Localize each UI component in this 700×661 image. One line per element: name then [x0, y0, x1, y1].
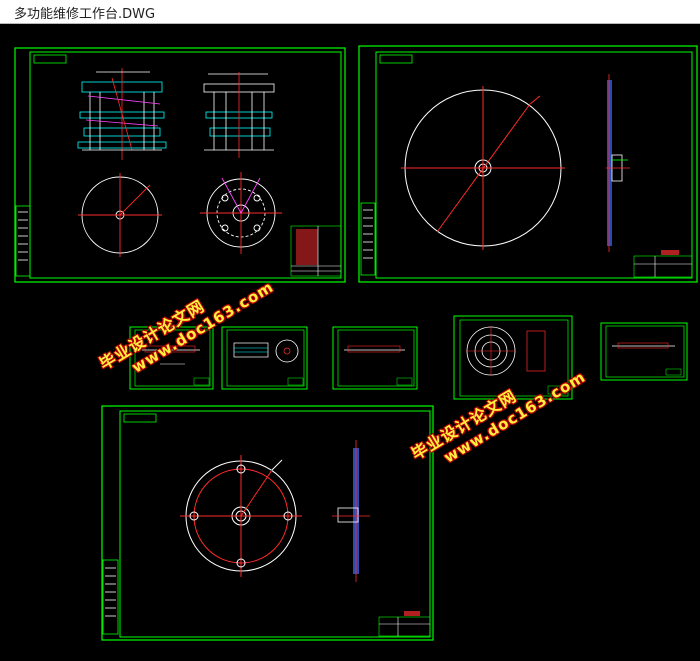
side-elevation	[203, 72, 275, 158]
plan-view-detail	[200, 172, 282, 254]
cad-drawing	[14, 45, 698, 641]
front-elevation	[77, 68, 167, 160]
window-title: 多功能维修工作台.DWG	[14, 7, 156, 22]
sheet-turntable[interactable]	[358, 45, 698, 283]
sheet-assembly[interactable]	[14, 47, 346, 283]
side-table-strip-3	[102, 559, 119, 635]
turntable-section	[606, 74, 630, 252]
parts-list	[290, 225, 342, 277]
title-block-2	[633, 250, 693, 278]
sheet-base-plate[interactable]	[101, 405, 434, 641]
base-plate-plan	[180, 455, 302, 577]
side-table-strip-2	[360, 202, 376, 276]
sheet-small-3[interactable]	[332, 326, 418, 390]
drawing-canvas[interactable]: 毕业设计论文网 www.doc163.com 毕业设计论文网 www.doc16…	[0, 24, 700, 661]
side-table-strip	[15, 205, 31, 277]
sheet-small-2[interactable]	[221, 326, 308, 390]
sheet-small-5[interactable]	[600, 322, 688, 381]
turntable-plan	[401, 86, 565, 250]
plan-view-circle	[78, 173, 162, 257]
title-bar: 多功能维修工作台.DWG	[0, 0, 700, 24]
title-block-3	[378, 611, 431, 637]
base-plate-section	[332, 440, 370, 582]
